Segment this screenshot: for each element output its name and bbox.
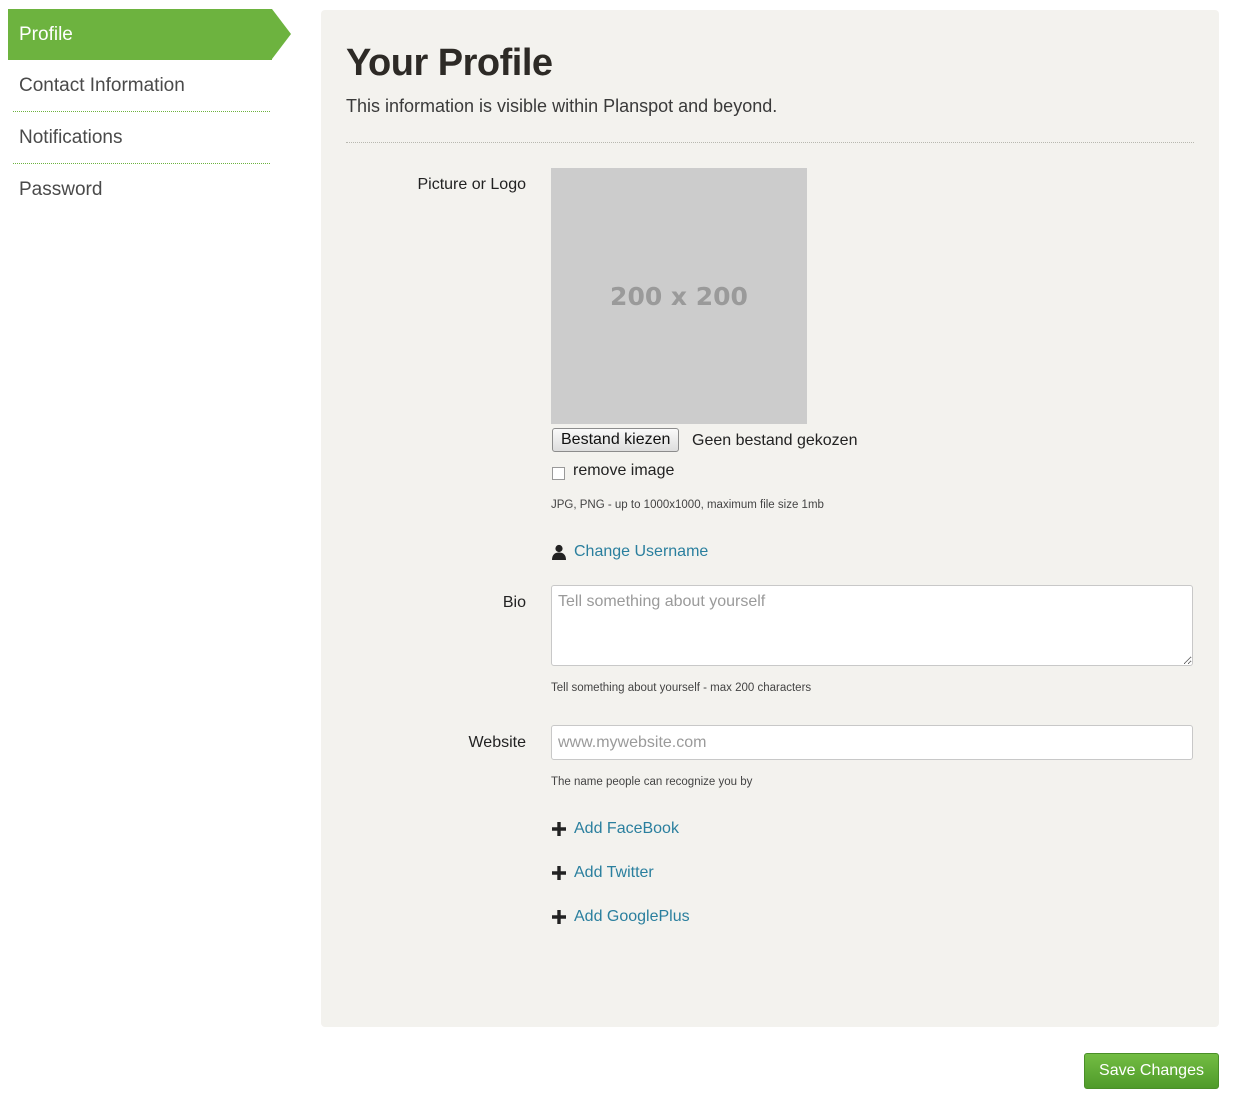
sidebar-item-contact-information[interactable]: Contact Information	[8, 60, 298, 112]
page-title: Your Profile	[346, 42, 553, 84]
add-googleplus-link[interactable]: Add GooglePlus	[574, 908, 690, 926]
bio-label: Bio	[502, 594, 526, 611]
website-label: Website	[468, 734, 526, 751]
profile-image-placeholder: 200 x 200	[551, 168, 807, 424]
picture-label: Picture or Logo	[417, 176, 526, 193]
add-facebook-row: Add FaceBook	[551, 820, 679, 838]
choose-file-button[interactable]: Bestand kiezen	[552, 428, 680, 452]
plus-icon	[551, 909, 567, 925]
website-input[interactable]	[551, 725, 1193, 760]
user-icon	[551, 544, 567, 560]
website-hint: The name people can recognize you by	[551, 776, 753, 788]
add-twitter-link[interactable]: Add Twitter	[574, 864, 654, 882]
remove-image-checkbox[interactable]	[552, 466, 565, 480]
change-username-row: Change Username	[551, 543, 708, 561]
page-subtitle: This information is visible within Plans…	[346, 96, 778, 116]
divider	[346, 142, 1194, 143]
file-status-text: Geen bestand gekozen	[692, 432, 858, 449]
sidebar-item-profile[interactable]: Profile	[8, 9, 291, 60]
remove-image-row: remove image	[551, 462, 674, 480]
bio-textarea[interactable]	[551, 585, 1193, 666]
image-size-text: 200 x 200	[610, 281, 748, 311]
picture-hint: JPG, PNG - up to 1000x1000, maximum file…	[551, 499, 824, 511]
bio-hint: Tell something about yourself - max 200 …	[551, 682, 812, 694]
sidebar-item-password[interactable]: Password	[8, 164, 298, 216]
add-googleplus-row: Add GooglePlus	[551, 908, 690, 926]
plus-icon	[551, 821, 567, 837]
sidebar: Profile Contact Information Notification…	[8, 9, 298, 216]
sidebar-item-notifications[interactable]: Notifications	[8, 112, 298, 164]
save-changes-button[interactable]: Save Changes	[1084, 1053, 1219, 1089]
page: Profile Contact Information Notification…	[0, 0, 1240, 1113]
plus-icon	[551, 865, 567, 881]
profile-panel: Your Profile This information is visible…	[321, 10, 1219, 1027]
add-facebook-link[interactable]: Add FaceBook	[574, 820, 679, 838]
change-username-link[interactable]: Change Username	[574, 543, 708, 561]
remove-image-label: remove image	[573, 462, 675, 479]
add-twitter-row: Add Twitter	[551, 864, 654, 882]
